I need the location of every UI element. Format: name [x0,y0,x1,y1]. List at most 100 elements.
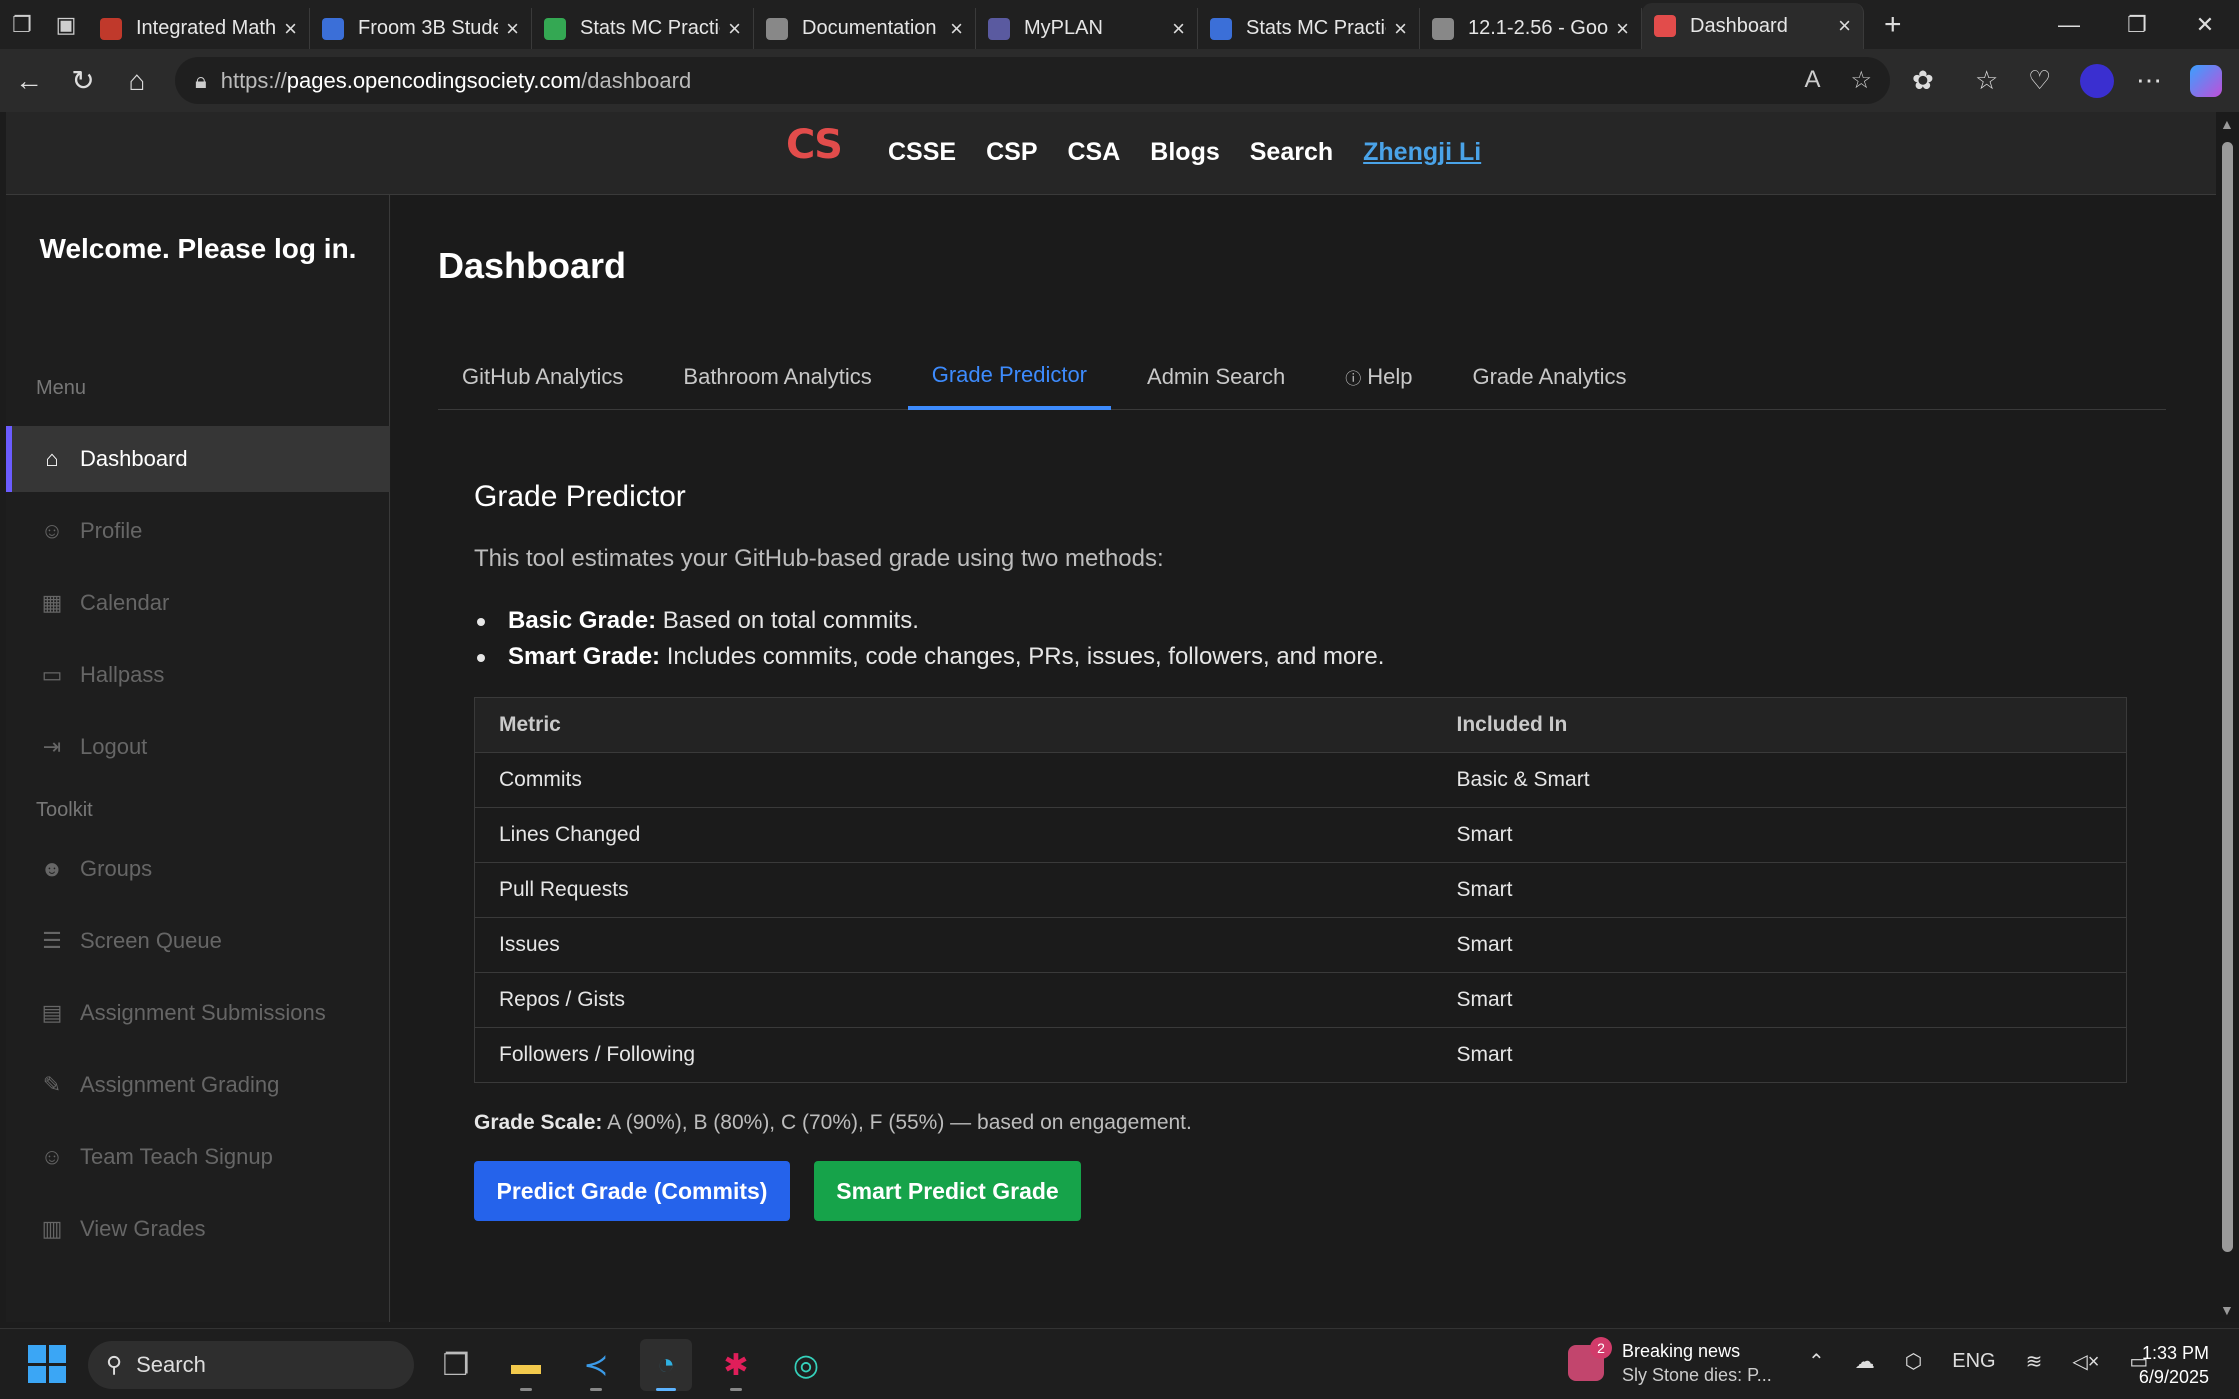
sidebar-item-view-grades[interactable]: ▥ View Grades [6,1196,390,1262]
page-scrollbar[interactable]: ▲ ▼ [2216,112,2239,1322]
news-widget[interactable]: 2 Breaking news Sly Stone dies: P... [1568,1337,1772,1387]
lock-icon[interactable]: 🔒︎ [195,68,207,94]
tab-grade-predictor[interactable]: Grade Predictor [907,343,1112,410]
sidebar-item-groups[interactable]: ☻ Groups [6,836,390,902]
nav-blogs[interactable]: Blogs [1150,138,1219,167]
tab-grade-analytics[interactable]: Grade Analytics [1448,343,1650,410]
close-tab-icon[interactable]: × [1172,16,1185,42]
profile-avatar[interactable] [2080,57,2114,104]
sidebar-item-hallpass[interactable]: ▭ Hallpass [6,642,390,708]
included-in-cell: Smart [1432,917,2127,973]
home-button[interactable]: ⌂ [110,54,164,108]
onedrive-icon[interactable]: ☁ [1855,1349,1875,1374]
sidebar-item-logout[interactable]: ⇥ Logout [6,714,390,780]
slack-icon[interactable]: ✱ [710,1339,762,1391]
close-tab-icon[interactable]: × [1616,16,1629,42]
language-indicator[interactable]: ENG [1952,1350,1995,1373]
wifi-icon[interactable]: ≋ [2026,1349,2043,1374]
sidebar-item-profile[interactable]: ☺ Profile [6,498,390,564]
close-tab-icon[interactable]: × [1838,13,1851,39]
table-row: Lines Changed Smart [474,807,2127,863]
browser-tab[interactable]: 12.1-2.56 - Goog × [1420,8,1642,49]
top-nav: CSSE CSP CSA Blogs Search Zhengji Li [888,138,1481,167]
tab-actions-icon[interactable]: ▣ [44,3,88,47]
browser-tab[interactable]: Stats MC Practic × [532,8,754,49]
sidebar-item-dashboard[interactable]: ⌂ Dashboard [6,426,390,492]
included-in-cell: Smart [1432,972,2127,1028]
copilot-icon[interactable] [2190,57,2222,104]
browser-tab[interactable]: Integrated Math × [88,8,310,49]
scroll-up-icon[interactable]: ▲ [2220,116,2234,132]
close-window-button[interactable]: ✕ [2171,0,2239,49]
start-button[interactable] [28,1345,66,1383]
app-icon[interactable]: ◎ [780,1339,832,1391]
favorites-icon[interactable]: ☆ [1975,57,1998,104]
browser-tab-label: Dashboard [1690,14,1788,37]
grades-icon: ▥ [41,1216,63,1241]
close-tab-icon[interactable]: × [1394,16,1407,42]
included-in-cell: Smart [1432,862,2127,918]
new-tab-button[interactable]: + [1884,8,1902,42]
sidebar-item-screen-queue[interactable]: ☰ Screen Queue [6,908,390,974]
url-field[interactable]: 🔒︎ https://pages.opencodingsociety.com/d… [175,57,1890,104]
tab-help[interactable]: ⓘ Help [1321,343,1436,410]
browser-tab[interactable]: Dashboard × [1642,3,1864,49]
read-aloud-icon[interactable]: A [1804,66,1820,95]
favicon-icon [544,17,566,40]
predict-grade-button[interactable]: Predict Grade (Commits) [474,1161,790,1221]
included-in-cell: Basic & Smart [1432,752,2127,808]
close-tab-icon[interactable]: × [284,16,297,42]
close-tab-icon[interactable]: × [728,16,741,42]
smart-predict-button[interactable]: Smart Predict Grade [814,1161,1081,1221]
sidebar-item-calendar[interactable]: ▦ Calendar [6,570,390,636]
browser-tab[interactable]: Stats MC Practic × [1198,8,1420,49]
restore-button[interactable]: ❐ [2103,0,2171,49]
tab-github-analytics[interactable]: GitHub Analytics [438,343,647,410]
back-button[interactable]: ← [2,54,56,108]
vscode-icon[interactable]: ≺ [570,1339,622,1391]
table-row: Followers / Following Smart [474,1027,2127,1083]
list-icon: ☰ [42,928,62,953]
more-options-icon[interactable]: ⋯ [2136,57,2162,104]
nav-csp[interactable]: CSP [986,138,1037,167]
close-tab-icon[interactable]: × [950,16,963,42]
sidebar-item-assignment-grading[interactable]: ✎ Assignment Grading [6,1052,390,1118]
close-tab-icon[interactable]: × [506,16,519,42]
extensions-icon[interactable]: ✿ [1912,57,1934,104]
minimize-button[interactable]: — [2035,0,2103,49]
favorite-star-icon[interactable]: ☆ [1850,66,1872,95]
taskbar-search[interactable]: ⚲ Search [88,1341,414,1389]
browser-tab[interactable]: MyPLAN × [976,8,1198,49]
browser-tab-label: Integrated Math [136,17,277,39]
nav-user-link[interactable]: Zhengji Li [1363,138,1481,167]
tab-admin-search[interactable]: Admin Search [1123,343,1309,410]
nav-search[interactable]: Search [1250,138,1333,167]
browser-essentials-icon[interactable]: ♡ [2028,57,2051,104]
nav-csse[interactable]: CSSE [888,138,956,167]
file-explorer-icon[interactable]: ▬ [500,1339,552,1391]
home-icon: ⌂ [45,446,59,471]
refresh-button[interactable]: ↻ [56,54,110,108]
sidebar-item-assignment-submissions[interactable]: ▤ Assignment Submissions [6,980,390,1046]
volume-muted-icon[interactable]: ◁× [2072,1349,2099,1374]
tab-bathroom-analytics[interactable]: Bathroom Analytics [659,343,895,410]
column-header: Metric [474,697,1433,753]
chevron-up-icon[interactable]: ⌃ [1808,1349,1825,1374]
scrollbar-thumb[interactable] [2222,142,2233,1252]
site-logo[interactable]: CS [786,122,843,168]
metric-cell: Commits [474,752,1433,808]
workspaces-icon[interactable]: ❐ [0,3,44,47]
scroll-down-icon[interactable]: ▼ [2220,1302,2234,1318]
defender-icon[interactable]: ⬡ [1905,1349,1922,1374]
browser-tab-label: Froom 3B Studen [358,17,499,39]
browser-tab[interactable]: Documentation × [754,8,976,49]
task-view-icon[interactable]: ❐ [430,1339,482,1391]
browser-tab[interactable]: Froom 3B Studen × [310,8,532,49]
sidebar-item-team-teach-signup[interactable]: ☺ Team Teach Signup [6,1124,390,1190]
edge-icon[interactable]: ◔ [640,1339,692,1391]
metric-cell: Lines Changed [474,807,1433,863]
nav-csa[interactable]: CSA [1068,138,1121,167]
bullet-bold: Smart Grade: [508,643,661,670]
browser-tab-label: MyPLAN [1024,17,1103,39]
clock[interactable]: 1:33 PM 6/9/2025 [2139,1341,2209,1389]
